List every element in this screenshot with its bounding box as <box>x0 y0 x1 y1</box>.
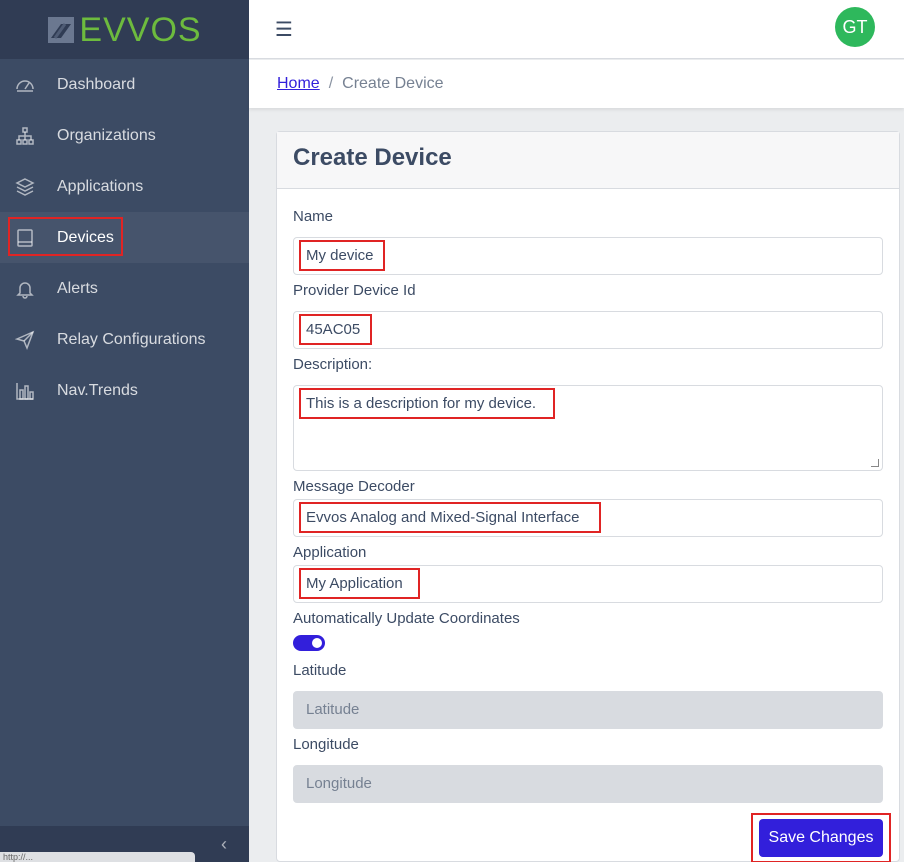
tablet-icon <box>14 227 36 249</box>
breadcrumb: Home / Create Device <box>249 60 904 108</box>
toggle-knob <box>312 638 322 648</box>
page-title: Create Device <box>293 144 452 171</box>
create-device-card: Create Device Name My device Provider De… <box>276 131 900 862</box>
resize-grip-icon[interactable] <box>871 459 879 467</box>
name-field[interactable]: My device <box>293 237 883 275</box>
latitude-field[interactable]: Latitude <box>293 691 883 729</box>
description-value: This is a description for my device. <box>306 395 537 412</box>
logo-icon <box>48 16 75 43</box>
avatar[interactable]: GT <box>835 7 875 47</box>
description-field[interactable]: This is a description for my device. <box>293 385 883 471</box>
sidebar-item-nav-trends[interactable]: Nav.Trends <box>0 365 249 416</box>
save-button[interactable]: Save Changes <box>759 819 883 857</box>
sidebar-item-label: Applications <box>57 177 144 195</box>
sidebar-item-devices[interactable]: Devices <box>0 212 249 263</box>
breadcrumb-home-link[interactable]: Home <box>277 75 320 93</box>
card-header: Create Device <box>277 132 899 189</box>
sidebar-item-label: Organizations <box>57 126 156 144</box>
sidebar-item-applications[interactable]: Applications <box>0 161 249 212</box>
auto-update-label: Automatically Update Coordinates <box>293 610 520 627</box>
bell-icon <box>14 278 36 300</box>
speedometer-icon <box>14 74 36 96</box>
breadcrumb-separator: / <box>328 75 334 92</box>
application-select[interactable]: My Application <box>293 565 883 603</box>
menu-toggle-icon[interactable]: ☰ <box>275 17 293 42</box>
auto-update-toggle[interactable] <box>293 635 325 651</box>
application-label: Application <box>293 544 367 561</box>
sidebar-nav: Dashboard Organizations Applications Dev… <box>0 59 249 416</box>
sidebar-item-label: Alerts <box>57 279 98 297</box>
sidebar-item-label: Nav.Trends <box>57 381 138 399</box>
sidebar-item-alerts[interactable]: Alerts <box>0 263 249 314</box>
sidebar: EVVOS Dashboard Organizations Applicatio… <box>0 0 249 862</box>
bar-chart-icon <box>14 380 36 402</box>
longitude-field[interactable]: Longitude <box>293 765 883 803</box>
latitude-label: Latitude <box>293 662 347 679</box>
decoder-label: Message Decoder <box>293 478 415 495</box>
sidebar-item-label: Dashboard <box>57 75 136 93</box>
browser-status-bar: http://... <box>0 852 195 862</box>
layers-icon <box>14 176 36 198</box>
top-header: ☰ GT <box>249 0 904 59</box>
sidebar-item-label: Devices <box>57 228 114 246</box>
sidebar-item-label: Relay Configurations <box>57 330 206 348</box>
paper-plane-icon <box>14 329 36 351</box>
description-label: Description: <box>293 356 373 373</box>
breadcrumb-current: Create Device <box>342 75 444 92</box>
sidebar-item-organizations[interactable]: Organizations <box>0 110 249 161</box>
provider-id-field[interactable]: 45AC05 <box>293 311 883 349</box>
decoder-select[interactable]: Evvos Analog and Mixed-Signal Interface <box>293 499 883 537</box>
brand-name: EVVOS <box>79 10 202 49</box>
sidebar-item-relay-configurations[interactable]: Relay Configurations <box>0 314 249 365</box>
name-label: Name <box>293 208 334 225</box>
chevron-left-icon[interactable]: ‹ <box>221 834 227 855</box>
sidebar-item-dashboard[interactable]: Dashboard <box>0 59 249 110</box>
brand-logo[interactable]: EVVOS <box>0 0 249 59</box>
provider-id-label: Provider Device Id <box>293 282 416 299</box>
sitemap-icon <box>14 125 36 147</box>
longitude-label: Longitude <box>293 736 359 753</box>
